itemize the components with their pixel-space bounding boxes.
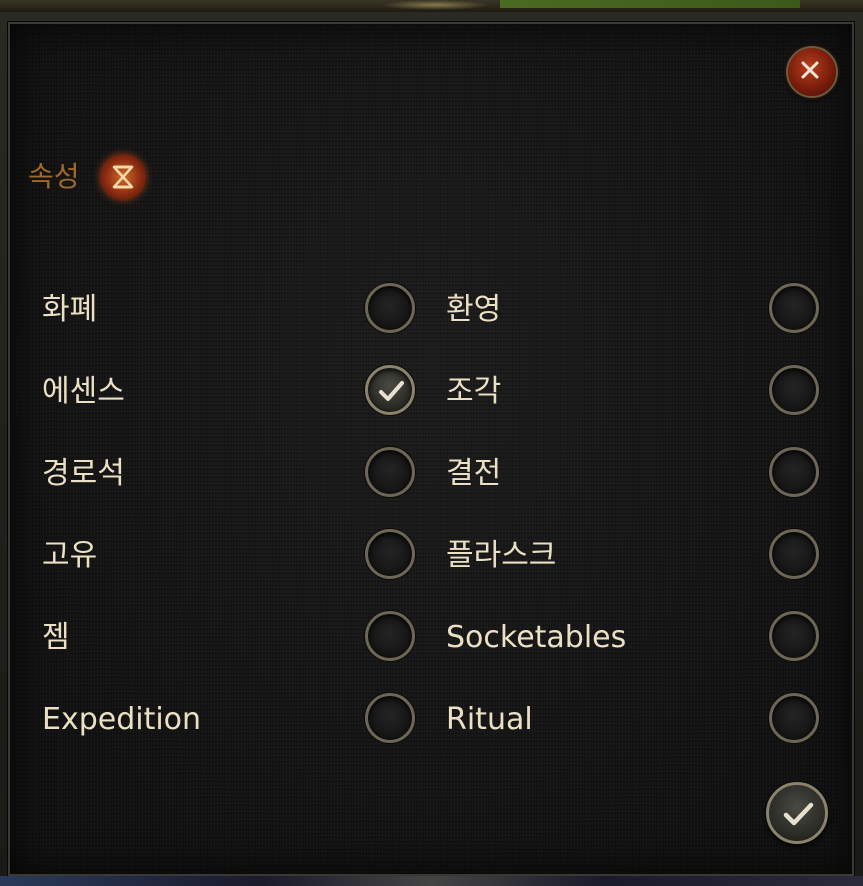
- option-label: 고유: [42, 538, 98, 573]
- option-toggle[interactable]: [365, 693, 415, 743]
- option-toggle[interactable]: [365, 529, 415, 579]
- option-toggle[interactable]: [365, 611, 415, 661]
- option-label: 조각: [446, 374, 502, 409]
- game-background: 속성 화폐 환영 에센스 조각 경로석 결전 고유 플라스크 젬 Socketa…: [0, 0, 863, 886]
- option-row: 고유 플라스크: [10, 526, 856, 586]
- option-toggle[interactable]: [365, 283, 415, 333]
- option-toggle[interactable]: [769, 611, 819, 661]
- checkmark-icon: [783, 802, 814, 826]
- option-label: Ritual: [446, 702, 533, 737]
- top-hud-bar: [500, 0, 800, 8]
- dialog-header: 속성: [28, 152, 146, 202]
- option-toggle[interactable]: [769, 283, 819, 333]
- option-label: Expedition: [42, 702, 202, 737]
- top-hud-strip: [0, 0, 863, 12]
- option-toggle[interactable]: [769, 447, 819, 497]
- option-label: 화폐: [42, 292, 98, 327]
- bottom-hud-strip: [0, 876, 863, 886]
- option-toggle[interactable]: [769, 529, 819, 579]
- hourglass-icon: [99, 154, 146, 200]
- confirm-button[interactable]: [766, 782, 828, 844]
- option-row: 경로석 결전: [10, 444, 856, 504]
- option-label: 결전: [446, 456, 502, 491]
- top-hud-glow: [380, 0, 490, 10]
- option-row: 화폐 환영: [10, 280, 856, 340]
- option-label: 젬: [42, 620, 70, 655]
- option-toggle[interactable]: [365, 447, 415, 497]
- option-toggle[interactable]: [769, 365, 819, 415]
- filter-dialog: 속성 화폐 환영 에센스 조각 경로석 결전 고유 플라스크 젬 Socketa…: [7, 21, 856, 877]
- option-label: 플라스크: [446, 538, 557, 573]
- option-label: 경로석: [42, 456, 125, 491]
- option-label: 에센스: [42, 374, 125, 409]
- option-toggle-checked[interactable]: [365, 365, 415, 415]
- option-toggle[interactable]: [769, 693, 819, 743]
- option-row: 에센스 조각: [10, 362, 856, 422]
- close-button[interactable]: [786, 46, 838, 98]
- option-row: 젬 Socketables: [10, 608, 856, 668]
- option-label: Socketables: [446, 620, 627, 655]
- option-label: 환영: [446, 292, 502, 327]
- header-title: 속성: [28, 160, 80, 193]
- option-row: Expedition Ritual: [10, 690, 856, 750]
- checkmark-icon: [379, 381, 404, 401]
